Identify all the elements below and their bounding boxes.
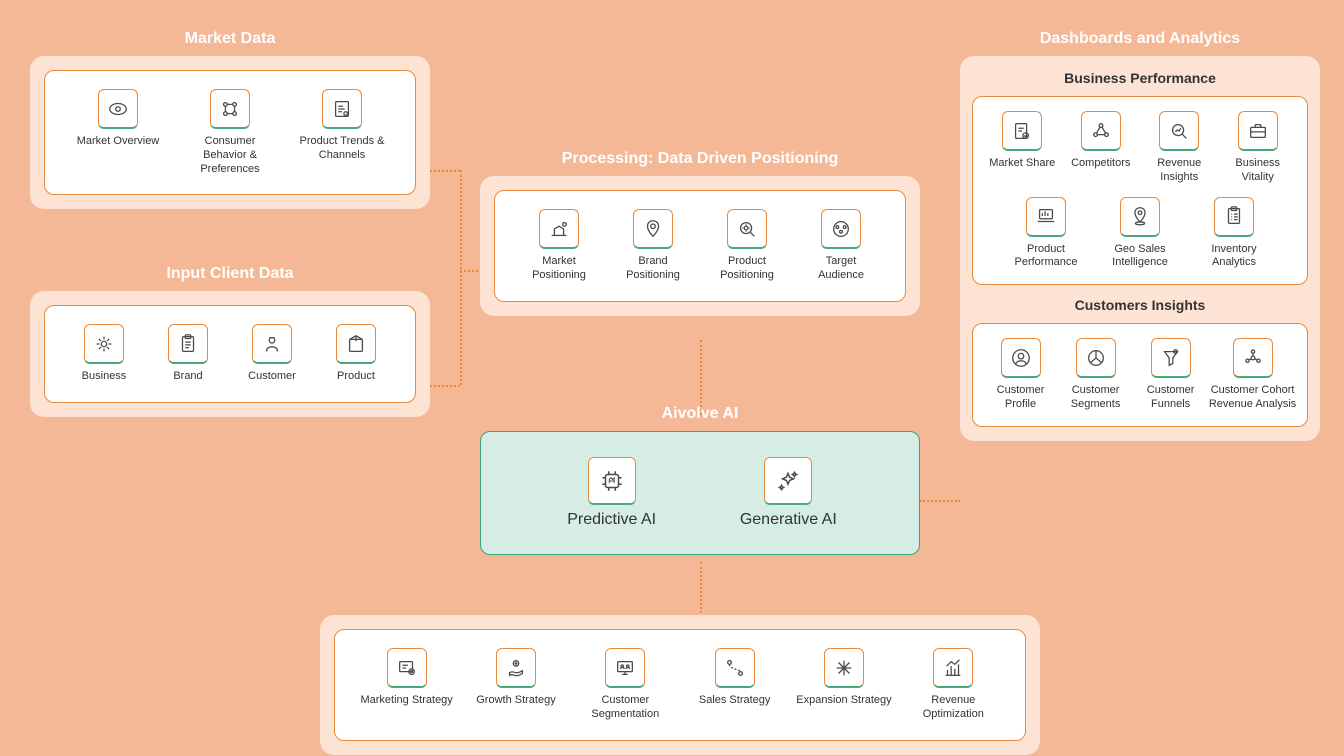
expansion-strategy-item: Expansion Strategy <box>794 648 894 722</box>
market-data-group: Market Data Market Overview Consumer Beh… <box>30 30 430 209</box>
input-client-data-group: Input Client Data Business Brand Custome… <box>30 265 430 417</box>
customer-segmentation-item: Customer Segmentation <box>575 648 675 722</box>
competitors-item: Competitors <box>1063 111 1139 185</box>
predictive-ai-item: Predictive AI <box>542 457 682 529</box>
generative-ai-item: Generative AI <box>718 457 858 529</box>
revenue-optimization-item: Revenue Optimization <box>903 648 1003 722</box>
clipboard-icon <box>168 324 208 364</box>
box-icon <box>336 324 376 364</box>
hand-coin-icon <box>496 648 536 688</box>
customer-profile-item: Customer Profile <box>983 338 1058 412</box>
inventory-analytics-item: Inventory Analytics <box>1196 197 1272 271</box>
business-performance-title: Business Performance <box>972 70 1308 86</box>
processing-title: Processing: Data Driven Positioning <box>480 150 920 168</box>
ai-chip-icon <box>588 457 636 505</box>
sales-strategy-item: Sales Strategy <box>685 648 785 722</box>
grid-people-icon <box>210 89 250 129</box>
pin-shield-icon <box>633 209 673 249</box>
user-circle-icon <box>1001 338 1041 378</box>
business-vitality-item: Business Vitality <box>1220 111 1296 185</box>
aivolve-ai-group: Aivolve AI Predictive AI Generative AI <box>480 405 920 555</box>
doc-check-icon <box>1002 111 1042 151</box>
cohort-icon <box>1233 338 1273 378</box>
sparkles-icon <box>764 457 812 505</box>
strategy-group: Marketing Strategy Growth Strategy Custo… <box>320 615 1040 755</box>
brand-item: Brand <box>149 324 227 384</box>
gear-icon <box>84 324 124 364</box>
customer-item: Customer <box>233 324 311 384</box>
report-icon <box>322 89 362 129</box>
magnify-chart-icon <box>1159 111 1199 151</box>
market-data-title: Market Data <box>30 30 430 48</box>
target-audience-item: Target Audience <box>802 209 880 283</box>
magnify-gear-icon <box>727 209 767 249</box>
processing-group: Processing: Data Driven Positioning Mark… <box>480 150 920 316</box>
pie-users-icon <box>1076 338 1116 378</box>
dashboards-title: Dashboards and Analytics <box>960 30 1320 48</box>
product-trends-item: Product Trends & Channels <box>298 89 386 176</box>
geo-pin-icon <box>1120 197 1160 237</box>
screen-people-icon <box>605 648 645 688</box>
expand-icon <box>824 648 864 688</box>
funnel-icon <box>1151 338 1191 378</box>
market-share-item: Market Share <box>984 111 1060 185</box>
person-icon <box>252 324 292 364</box>
briefcase-icon <box>1238 111 1278 151</box>
market-pos-icon <box>539 209 579 249</box>
growth-strategy-item: Growth Strategy <box>466 648 566 722</box>
target-people-icon <box>821 209 861 249</box>
customer-cohort-item: Customer Cohort Revenue Analysis <box>1208 338 1297 412</box>
customers-insights-title: Customers Insights <box>972 297 1308 313</box>
revenue-insights-item: Revenue Insights <box>1141 111 1217 185</box>
customer-segments-item: Customer Segments <box>1058 338 1133 412</box>
product-item: Product <box>317 324 395 384</box>
market-positioning-item: Market Positioning <box>520 209 598 283</box>
business-item: Business <box>65 324 143 384</box>
eye-icon <box>98 89 138 129</box>
consumer-behavior-item: Consumer Behavior & Preferences <box>186 89 274 176</box>
dashboards-group: Dashboards and Analytics Business Perfor… <box>960 30 1320 441</box>
marketing-strategy-item: Marketing Strategy <box>357 648 457 722</box>
brand-positioning-item: Brand Positioning <box>614 209 692 283</box>
market-overview-item: Market Overview <box>74 89 162 176</box>
customer-funnels-item: Customer Funnels <box>1133 338 1208 412</box>
clipboard-list-icon <box>1214 197 1254 237</box>
aivolve-ai-title: Aivolve AI <box>480 405 920 423</box>
product-positioning-item: Product Positioning <box>708 209 786 283</box>
bar-chart-icon <box>933 648 973 688</box>
doc-target-icon <box>387 648 427 688</box>
laptop-stats-icon <box>1026 197 1066 237</box>
path-icon <box>715 648 755 688</box>
geo-sales-item: Geo Sales Intelligence <box>1102 197 1178 271</box>
product-performance-item: Product Performance <box>1008 197 1084 271</box>
network-nodes-icon <box>1081 111 1121 151</box>
input-client-data-title: Input Client Data <box>30 265 430 283</box>
